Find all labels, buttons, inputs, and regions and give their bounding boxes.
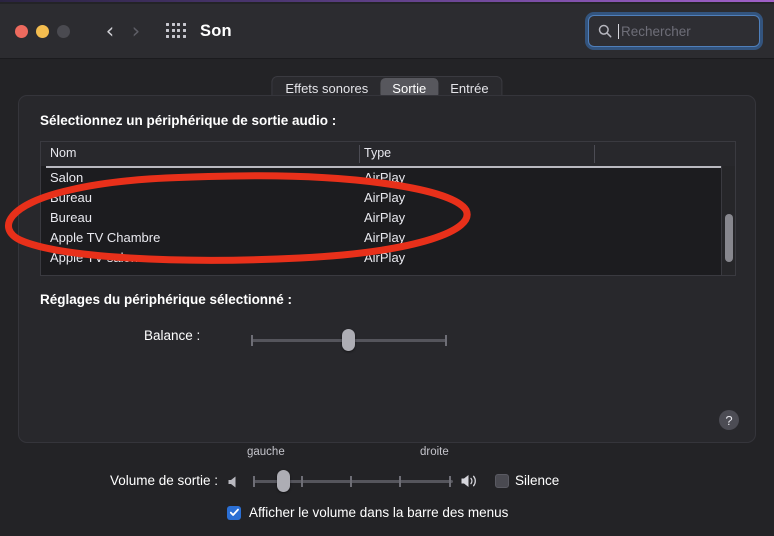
show-volume-menubar-row[interactable]: Afficher le volume dans la barre des men…: [227, 505, 508, 520]
volume-label: Volume de sortie :: [110, 473, 219, 488]
mute-label: Silence: [515, 473, 560, 488]
header-divider: [46, 166, 722, 168]
table-row[interactable]: Apple TV Chambre AirPlay: [41, 229, 735, 249]
column-separator-1[interactable]: [359, 145, 360, 163]
table-row[interactable]: Salon AirPlay: [41, 169, 735, 189]
forward-button[interactable]: ›: [124, 18, 148, 44]
search-icon: [598, 24, 612, 38]
table-row[interactable]: Bureau AirPlay: [41, 189, 735, 209]
slider-tick-50: [350, 476, 352, 487]
speaker-high-icon: [461, 475, 476, 487]
slider-tick-75: [399, 476, 401, 487]
show-volume-label: Afficher le volume dans la barre des men…: [249, 505, 509, 520]
device-name: Bureau: [50, 190, 92, 205]
search-placeholder: Rechercher: [621, 23, 691, 39]
volume-row: Volume de sortie : Silence: [0, 470, 774, 493]
device-table[interactable]: Nom Type Salon AirPlay Bureau AirPlay Bu…: [40, 141, 736, 276]
show-volume-checkbox[interactable]: [227, 505, 241, 520]
vertical-scrollbar[interactable]: [721, 166, 735, 275]
minimize-button[interactable]: [36, 24, 49, 38]
volume-slider[interactable]: [253, 470, 453, 492]
device-type: AirPlay: [364, 230, 406, 245]
checkmark-icon: [229, 508, 239, 516]
column-separator-2[interactable]: [594, 145, 595, 163]
balance-min-label: gauche: [247, 446, 285, 458]
settings-heading: Réglages du périphérique sélectionné :: [40, 292, 293, 307]
page-title: Son: [200, 21, 232, 40]
column-header-nom[interactable]: Nom: [50, 146, 76, 160]
device-name: Bureau: [50, 210, 92, 225]
slider-tick-min: [251, 335, 253, 346]
balance-slider[interactable]: [251, 329, 447, 351]
slider-tick-0: [253, 476, 255, 487]
balance-slider-thumb[interactable]: [342, 329, 355, 351]
speaker-low-icon: [228, 476, 236, 488]
output-settings-panel: Sélectionnez un périphérique de sortie a…: [18, 95, 756, 458]
panel-heading: Sélectionnez un périphérique de sortie a…: [40, 113, 337, 128]
help-button[interactable]: ?: [719, 410, 739, 430]
table-body: Salon AirPlay Bureau AirPlay Bureau AirP…: [41, 169, 735, 269]
mute-checkbox[interactable]: [495, 474, 509, 488]
device-name: Salon: [50, 170, 84, 185]
balance-label: Balance :: [144, 328, 201, 343]
title-bar: ‹ › Son Rechercher: [0, 4, 774, 59]
navigation-buttons: ‹ ›: [98, 18, 148, 44]
table-row[interactable]: Apple TV salon AirPlay: [41, 249, 735, 269]
device-type: AirPlay: [364, 190, 406, 205]
back-button[interactable]: ‹: [98, 18, 122, 44]
close-button[interactable]: [15, 24, 28, 38]
volume-slider-thumb[interactable]: [277, 470, 290, 492]
table-header: Nom Type: [41, 142, 735, 166]
sound-preferences-window: ‹ › Son Rechercher Effets sonores Sortie…: [0, 0, 774, 536]
device-name: Apple TV Chambre: [50, 230, 161, 245]
apps-grid-icon[interactable]: [166, 23, 186, 39]
device-type: AirPlay: [364, 250, 406, 265]
device-type: AirPlay: [364, 210, 406, 225]
search-field[interactable]: Rechercher: [588, 15, 760, 47]
maximize-button: [57, 24, 70, 38]
table-row[interactable]: Bureau AirPlay: [41, 209, 735, 229]
balance-max-label: droite: [420, 446, 449, 458]
slider-tick-100: [449, 476, 451, 487]
device-type: AirPlay: [364, 170, 406, 185]
slider-tick-max: [445, 335, 447, 346]
column-header-type[interactable]: Type: [364, 146, 391, 160]
scrollbar-thumb[interactable]: [725, 214, 733, 262]
text-caret: [618, 23, 619, 39]
traffic-lights: [15, 24, 70, 38]
slider-tick-25: [301, 476, 303, 487]
device-name: Apple TV salon: [50, 250, 138, 265]
